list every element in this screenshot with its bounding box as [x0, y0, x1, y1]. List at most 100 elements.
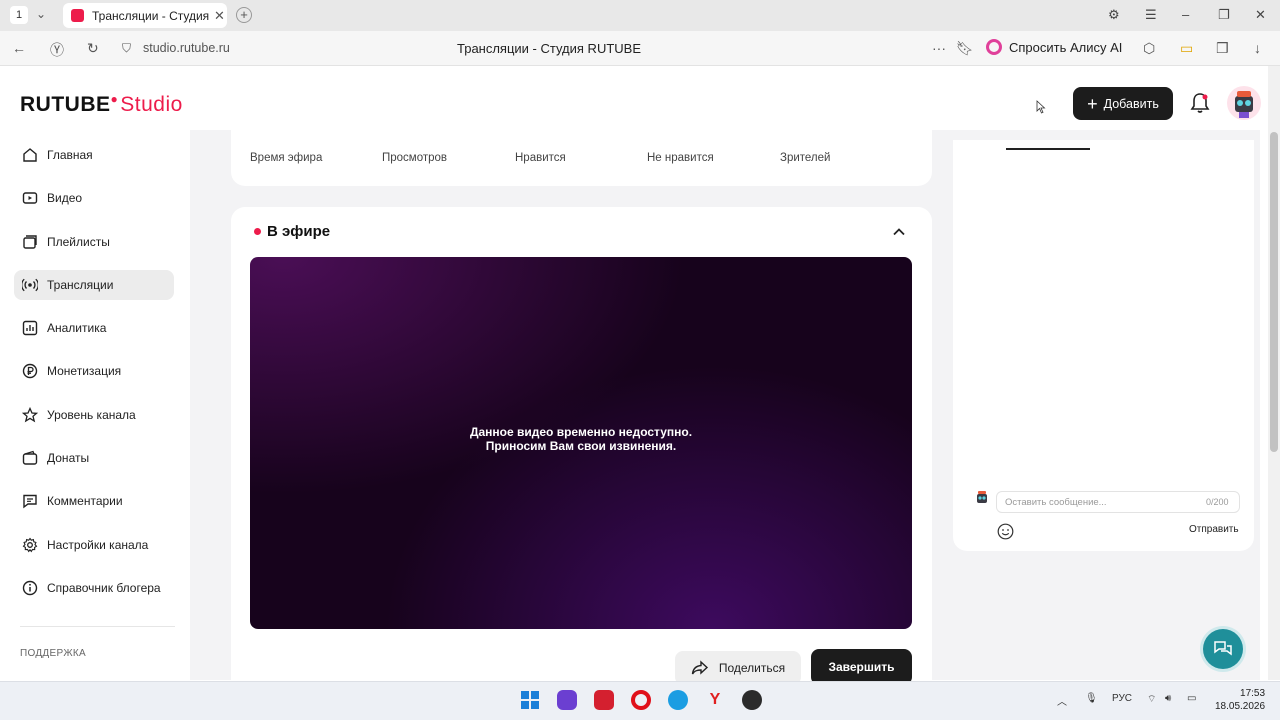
sidebar-item-label: Видео — [47, 191, 83, 206]
close-window-icon[interactable]: ✕ — [1255, 7, 1266, 23]
alice-icon — [986, 39, 1002, 55]
sidebar-item-comments[interactable]: Комментарии — [14, 486, 174, 516]
send-message-button[interactable]: Отправить — [1189, 524, 1239, 535]
more-icon[interactable]: ··· — [932, 40, 946, 56]
extension-icon[interactable]: ⚙ — [1108, 7, 1120, 23]
support-chat-button[interactable] — [1203, 629, 1243, 669]
mouse-cursor-icon — [1036, 100, 1046, 114]
share-arrow-icon — [691, 660, 708, 675]
sidebar-item-analytics[interactable]: Аналитика — [14, 313, 174, 343]
opera-icon[interactable] — [631, 690, 651, 710]
live-indicator-icon — [254, 228, 261, 235]
chat-tab-indicator — [1006, 148, 1090, 150]
site-info-icon[interactable]: ⛉ — [122, 41, 131, 56]
chevron-up-icon[interactable] — [891, 224, 907, 240]
playlist-icon — [21, 233, 39, 251]
analytics-icon — [21, 319, 39, 337]
plus-icon: + — [1087, 93, 1098, 114]
chat-user-avatar — [973, 489, 991, 507]
sidebar-item-label: Монетизация — [47, 364, 122, 379]
sidebar-divider — [20, 626, 175, 627]
player-message-line2: Приносим Вам свои извинения. — [485, 439, 677, 453]
sidebar: Главная Видео Плейлисты Трансляции Анали… — [14, 140, 174, 616]
address-bar: ← Ⓨ ↻ ⛉ studio.rutube.ru Трансляции - Ст… — [0, 31, 1280, 66]
battery-icon[interactable]: ▭ — [1187, 693, 1196, 704]
avatar[interactable] — [1227, 86, 1261, 120]
tray-expand-icon[interactable]: ︿ — [1057, 693, 1067, 708]
tab-counter[interactable]: 1 — [10, 6, 28, 24]
sidebar-item-playlists[interactable]: Плейлисты — [14, 227, 174, 257]
messenger-app-icon[interactable] — [557, 690, 577, 710]
sidebar-item-label: Аналитика — [47, 321, 107, 336]
tab-close-icon[interactable]: ✕ — [214, 8, 225, 24]
yandex-browser-icon[interactable]: Y — [705, 690, 725, 710]
sidebar-item-video[interactable]: Видео — [14, 183, 174, 213]
broadcast-icon — [21, 276, 39, 294]
finish-stream-button[interactable]: Завершить — [811, 649, 912, 685]
tab-title: Трансляции - Студия RUTUBE — [92, 8, 210, 23]
add-button[interactable]: + Добавить — [1073, 87, 1173, 120]
chat-message-input[interactable]: Оставить сообщение... — [996, 491, 1240, 513]
logo-rutube: RUTUBE — [20, 93, 111, 116]
sidebar-item-channel-settings[interactable]: Настройки канала — [14, 530, 174, 560]
live-section-title: В эфире — [254, 223, 330, 240]
browser-tab-active[interactable]: Трансляции - Студия RUTUBE ✕ — [63, 3, 227, 28]
add-button-label: Добавить — [1103, 96, 1159, 111]
ruble-icon — [21, 362, 39, 380]
volume-icon[interactable]: 🔊︎ — [1165, 693, 1171, 704]
share-button[interactable]: Поделиться — [675, 651, 801, 685]
minimize-icon[interactable]: – — [1182, 7, 1189, 22]
windows-start-icon[interactable] — [520, 690, 540, 710]
restore-icon[interactable]: ❐ — [1218, 7, 1230, 23]
sidebar-item-home[interactable]: Главная — [14, 140, 174, 170]
downloads-icon[interactable]: ↓ — [1254, 40, 1261, 56]
stat-views-label: Просмотров — [382, 152, 448, 164]
home-icon — [21, 146, 39, 164]
sidebar-item-label: Трансляции — [47, 277, 114, 292]
wifi-icon[interactable]: ⌔ — [1147, 693, 1156, 706]
reload-icon[interactable]: ↻ — [87, 40, 99, 57]
video-icon — [21, 189, 39, 207]
rutube-studio-logo[interactable]: RUTUBE●Studio — [20, 92, 183, 117]
collections-icon[interactable]: ❒ — [1216, 40, 1229, 57]
menu-icon[interactable]: ☰ — [1145, 7, 1157, 23]
edge-icon[interactable] — [668, 690, 688, 710]
ask-alice-button[interactable]: Спросить Алису AI — [986, 39, 1122, 55]
sidebar-item-donations[interactable]: Донаты — [14, 443, 174, 473]
bell-icon[interactable] — [1190, 92, 1210, 114]
microphone-icon[interactable]: 🎙︎ — [1085, 693, 1098, 704]
new-tab-icon[interactable]: + — [236, 7, 252, 23]
sidebar-item-label: Справочник блогера — [47, 580, 161, 595]
comment-icon — [21, 492, 39, 510]
sidebar-item-blogger-guide[interactable]: Справочник блогера — [14, 573, 174, 603]
sidebar-item-broadcasts[interactable]: Трансляции — [14, 269, 174, 300]
app-with-notification-icon[interactable] — [742, 690, 762, 710]
sidebar-item-monetization[interactable]: Монетизация — [14, 356, 174, 386]
live-title-text: В эфире — [267, 223, 331, 240]
wps-office-icon[interactable] — [594, 690, 614, 710]
bookmark-icon[interactable]: 🔖︎ — [956, 40, 974, 57]
player-unavailable-message: Данное видео временно недоступно. Принос… — [250, 425, 912, 453]
battery-saver-icon[interactable]: ▭ — [1180, 40, 1193, 57]
yandex-icon[interactable]: Ⓨ — [50, 40, 64, 60]
input-language[interactable]: РУС — [1112, 693, 1132, 704]
sidebar-item-channel-level[interactable]: Уровень канала — [14, 400, 174, 430]
sidebar-item-label: Уровень канала — [47, 407, 136, 422]
emoji-icon[interactable] — [997, 523, 1014, 540]
system-clock[interactable]: 17:53 18.05.2026 — [1215, 687, 1265, 713]
extensions-icon[interactable]: ⬡ — [1143, 40, 1155, 57]
star-icon — [21, 406, 39, 424]
stat-airtime-label: Время эфира — [250, 152, 323, 164]
chat-bubbles-icon — [1214, 641, 1232, 656]
alice-label: Спросить Алису AI — [1009, 39, 1123, 55]
scrollbar-thumb[interactable] — [1270, 132, 1278, 452]
video-player[interactable]: Данное видео временно недоступно. Принос… — [250, 257, 912, 629]
support-heading: ПОДДЕРЖКА — [20, 648, 86, 659]
tabs-dropdown-icon[interactable]: ⌄ — [36, 7, 46, 21]
sidebar-item-label: Донаты — [47, 451, 90, 466]
page-title: Трансляции - Студия RUTUBE — [457, 41, 641, 56]
sidebar-item-label: Комментарии — [47, 494, 123, 509]
url-field[interactable]: studio.rutube.ru — [143, 41, 230, 55]
browser-tab-bar: 1 ⌄ Трансляции - Студия RUTUBE ✕ + ⚙ ☰ –… — [0, 0, 1280, 31]
back-icon[interactable]: ← — [12, 40, 26, 56]
